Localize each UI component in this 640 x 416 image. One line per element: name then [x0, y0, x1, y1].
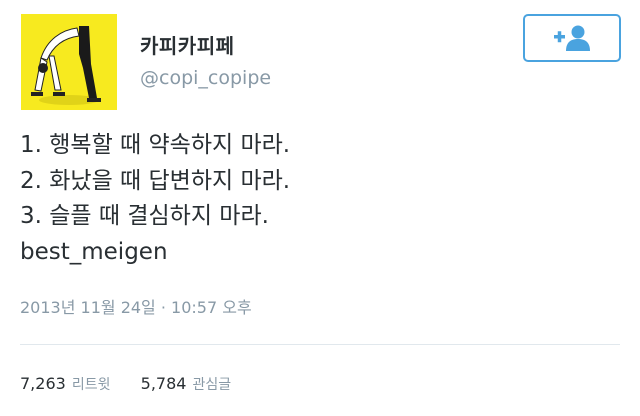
retweets-stat[interactable]: 7,263 리트윗 [20, 374, 116, 393]
tweet-line: 3. 슬플 때 결심하지 마라. [20, 203, 269, 229]
tweet-card: 카피카피페 @copi_copipe 1. 행복할 때 약속하지 마라. 2. … [0, 0, 640, 416]
follow-user-icon [554, 25, 590, 51]
favorites-stat[interactable]: 5,784 관심글 [141, 374, 231, 393]
tweet-line: best_meigen [20, 238, 168, 265]
retweets-label: 리트윗 [71, 377, 111, 393]
divider [20, 344, 620, 345]
tweet-line: 1. 행복할 때 약속하지 마라. [20, 132, 291, 158]
screen-name[interactable]: @copi_copipe [140, 67, 271, 89]
follow-button[interactable] [523, 14, 621, 62]
user-avatar[interactable] [21, 14, 117, 110]
tweet-stats: 7,263 리트윗 5,784 관심글 [20, 374, 231, 394]
avatar-figure-icon [21, 14, 117, 110]
favorites-label: 관심글 [192, 377, 232, 393]
favorites-count: 5,784 [140, 374, 187, 393]
display-name[interactable]: 카피카피페 [140, 30, 235, 59]
tweet-text: 1. 행복할 때 약속하지 마라. 2. 화났을 때 답변하지 마라. 3. 슬… [20, 128, 620, 270]
tweet-line: 2. 화났을 때 답변하지 마라. [20, 167, 291, 194]
tweet-timestamp[interactable]: 2013년 11월 24일 · 10:57 오후 [20, 294, 252, 318]
retweets-count: 7,263 [20, 374, 66, 393]
